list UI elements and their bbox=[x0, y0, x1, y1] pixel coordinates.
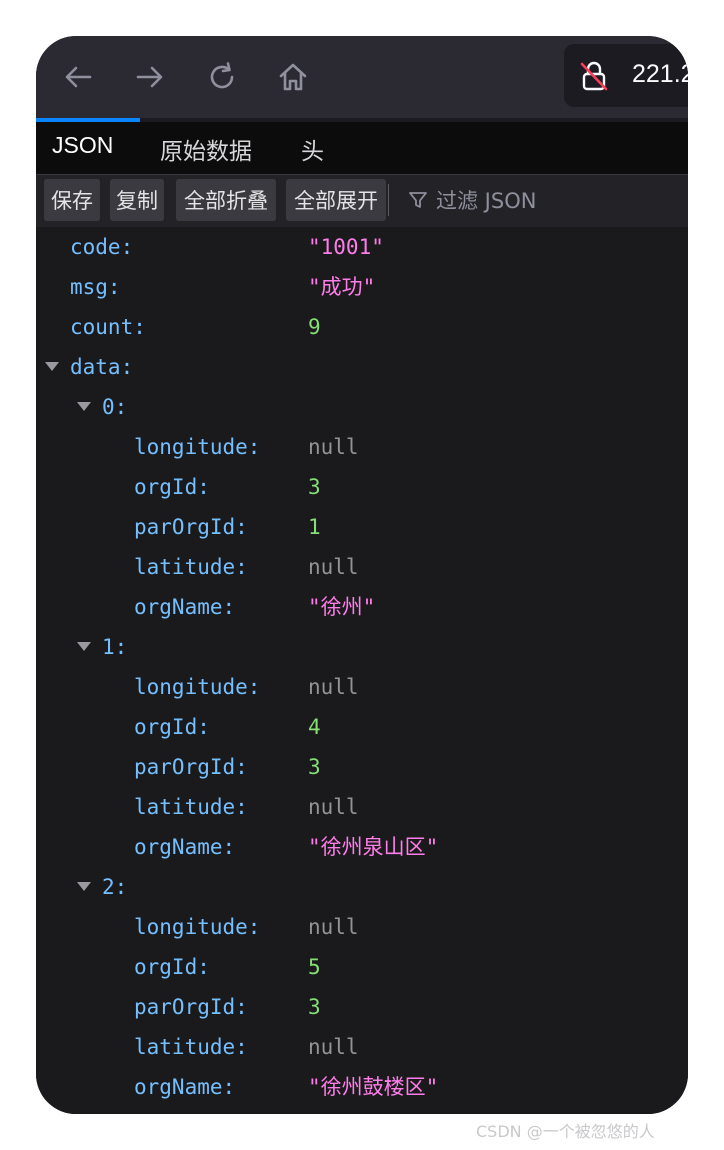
collapse-all-button[interactable]: 全部折叠 bbox=[176, 179, 276, 221]
json-key: data: bbox=[70, 355, 134, 379]
json-key: parOrgId: bbox=[134, 995, 248, 1019]
json-key: parOrgId: bbox=[134, 515, 248, 539]
json-row-item-0[interactable]: 0: bbox=[36, 387, 688, 427]
json-key: latitude: bbox=[134, 555, 248, 579]
json-key: latitude: bbox=[134, 1035, 248, 1059]
json-row-orgname[interactable]: orgName: "徐州鼓楼区" bbox=[36, 1067, 688, 1107]
json-key: orgId: bbox=[134, 715, 210, 739]
filter-json-input[interactable]: 过滤 JSON bbox=[408, 185, 536, 215]
tab-json[interactable]: JSON bbox=[52, 132, 113, 159]
browser-toolbar: 221.2 bbox=[36, 36, 688, 118]
json-key: 1: bbox=[102, 635, 128, 659]
json-value: null bbox=[308, 435, 359, 459]
json-value: "徐州鼓楼区" bbox=[308, 1075, 439, 1099]
filter-placeholder: 过滤 JSON bbox=[436, 189, 537, 213]
json-value: 3 bbox=[308, 755, 321, 779]
json-key: msg: bbox=[70, 275, 121, 299]
json-row-orgname[interactable]: orgName: "徐州泉山区" bbox=[36, 827, 688, 867]
json-value: "1001" bbox=[308, 235, 384, 259]
json-row-parorgid[interactable]: parOrgId: 3 bbox=[36, 987, 688, 1027]
json-row-data[interactable]: data: bbox=[36, 347, 688, 387]
save-button[interactable]: 保存 bbox=[44, 179, 100, 221]
forward-button[interactable] bbox=[130, 57, 170, 97]
arrow-left-icon bbox=[65, 66, 92, 88]
json-value: 4 bbox=[308, 715, 321, 739]
json-row-parorgid[interactable]: parOrgId: 3 bbox=[36, 747, 688, 787]
json-value: null bbox=[308, 555, 359, 579]
json-row-latitude[interactable]: latitude: null bbox=[36, 1027, 688, 1067]
json-value: 1 bbox=[308, 515, 321, 539]
toolbar-divider bbox=[388, 184, 389, 216]
json-value: "徐州泉山区" bbox=[308, 835, 439, 859]
json-key: orgName: bbox=[134, 595, 236, 619]
expand-triangle-icon[interactable] bbox=[77, 882, 91, 891]
json-row-orgid[interactable]: orgId: 5 bbox=[36, 947, 688, 987]
viewer-tabs: JSON 原始数据 头 bbox=[36, 122, 688, 174]
json-tree: code: "1001" msg: "成功" count: 9 data: 0:… bbox=[36, 227, 688, 1114]
json-key: orgName: bbox=[134, 835, 236, 859]
home-icon bbox=[279, 63, 307, 91]
json-key: orgName: bbox=[134, 1075, 236, 1099]
arrow-right-icon bbox=[136, 66, 163, 88]
json-value: 3 bbox=[308, 475, 321, 499]
back-button[interactable] bbox=[58, 57, 98, 97]
json-value: null bbox=[308, 795, 359, 819]
json-row-count[interactable]: count: 9 bbox=[36, 307, 688, 347]
json-value: 5 bbox=[308, 955, 321, 979]
json-key: longitude: bbox=[134, 435, 261, 459]
json-value: 3 bbox=[308, 995, 321, 1019]
json-row-msg[interactable]: msg: "成功" bbox=[36, 267, 688, 307]
reload-icon bbox=[210, 62, 234, 89]
expand-triangle-icon[interactable] bbox=[45, 362, 59, 371]
json-row-orgid[interactable]: orgId: 3 bbox=[36, 467, 688, 507]
browser-window: 221.2 JSON 原始数据 头 保存 复制 全部折叠 全部展开 过滤 JSO… bbox=[36, 36, 688, 1114]
watermark-text: CSDN @一个被忽悠的人 bbox=[476, 1122, 655, 1141]
url-text: 221.2 bbox=[632, 60, 688, 88]
json-key: latitude: bbox=[134, 795, 248, 819]
json-row-longitude[interactable]: longitude: null bbox=[36, 427, 688, 467]
insecure-lock-icon bbox=[580, 61, 608, 91]
tab-raw-data[interactable]: 原始数据 bbox=[160, 132, 252, 166]
expand-all-button[interactable]: 全部展开 bbox=[286, 179, 386, 221]
json-row-longitude[interactable]: longitude: null bbox=[36, 907, 688, 947]
json-row-longitude[interactable]: longitude: null bbox=[36, 667, 688, 707]
json-row-orgid[interactable]: orgId: 4 bbox=[36, 707, 688, 747]
json-action-bar: 保存 复制 全部折叠 全部展开 过滤 JSON bbox=[36, 174, 688, 228]
json-key: longitude: bbox=[134, 675, 261, 699]
json-row-orgname[interactable]: orgName: "徐州" bbox=[36, 587, 688, 627]
json-key: parOrgId: bbox=[134, 755, 248, 779]
json-value: null bbox=[308, 1035, 359, 1059]
json-key: code: bbox=[70, 235, 134, 259]
json-row-item-2[interactable]: 2: bbox=[36, 867, 688, 907]
json-key: 2: bbox=[102, 875, 128, 899]
json-row-latitude[interactable]: latitude: null bbox=[36, 547, 688, 587]
json-row-parorgid[interactable]: parOrgId: 1 bbox=[36, 507, 688, 547]
json-row-code[interactable]: code: "1001" bbox=[36, 227, 688, 267]
json-key: longitude: bbox=[134, 915, 261, 939]
reload-button[interactable] bbox=[202, 57, 242, 97]
copy-button[interactable]: 复制 bbox=[110, 179, 164, 221]
json-key: orgId: bbox=[134, 475, 210, 499]
expand-triangle-icon[interactable] bbox=[77, 642, 91, 651]
url-bar[interactable]: 221.2 bbox=[564, 44, 688, 107]
json-value: null bbox=[308, 915, 359, 939]
json-value: "徐州" bbox=[308, 595, 376, 619]
json-value: null bbox=[308, 675, 359, 699]
tab-headers[interactable]: 头 bbox=[301, 132, 324, 166]
json-key: count: bbox=[70, 315, 146, 339]
home-button[interactable] bbox=[273, 57, 313, 97]
json-key: orgId: bbox=[134, 955, 210, 979]
json-row-item-1[interactable]: 1: bbox=[36, 627, 688, 667]
json-row-latitude[interactable]: latitude: null bbox=[36, 787, 688, 827]
json-key: 0: bbox=[102, 395, 128, 419]
json-value: "成功" bbox=[308, 275, 376, 299]
filter-icon bbox=[409, 192, 427, 208]
json-value: 9 bbox=[308, 315, 321, 339]
expand-triangle-icon[interactable] bbox=[77, 402, 91, 411]
